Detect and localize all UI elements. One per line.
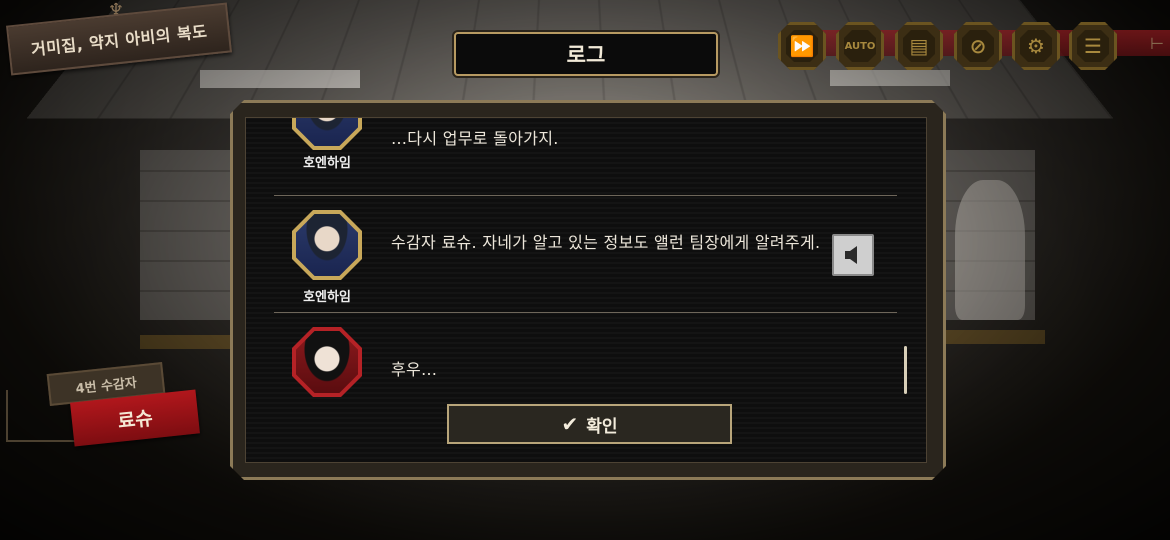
- dialogue-text: …다시 업무로 돌아가지.: [391, 129, 559, 148]
- log-entry: 후우…: [274, 313, 897, 403]
- log-dialog: 호엔하임 …다시 업무로 돌아가지. 호엔하임 수감자 료슈. 자네가 알고 있…: [230, 100, 946, 480]
- speaker-icon: [842, 244, 864, 266]
- log-entry: 호엔하임 …다시 업무로 돌아가지.: [274, 117, 897, 196]
- avatar: [292, 210, 362, 280]
- hide-ui-button[interactable]: ⊘: [954, 22, 1002, 70]
- check-icon: ✔: [561, 412, 579, 436]
- dialogue-text: 후우…: [391, 360, 438, 379]
- scrollbar[interactable]: [904, 346, 907, 394]
- menu-icon: ☰: [1084, 34, 1102, 58]
- hide-ui-icon: ⊘: [969, 34, 987, 58]
- fast-forward-icon: ⏩: [789, 34, 815, 58]
- settings-icon: ⚙: [1027, 34, 1045, 58]
- rail-end-icon: ⊢: [1150, 34, 1164, 53]
- avatar: [292, 117, 362, 150]
- page-title: 로그: [454, 32, 718, 76]
- log-entry: 호엔하임 수감자 료슈. 자네가 알고 있는 정보도 앨런 팀장에게 알려주게.: [274, 196, 897, 313]
- confirm-button[interactable]: ✔ 확인: [447, 404, 732, 444]
- fast-forward-button[interactable]: ⏩: [778, 22, 826, 70]
- confirm-label: 확인: [586, 416, 618, 437]
- auto-icon: AUTO: [844, 40, 876, 52]
- log-list[interactable]: 호엔하임 …다시 업무로 돌아가지. 호엔하임 수감자 료슈. 자네가 알고 있…: [245, 117, 927, 463]
- speaker-name: 호엔하임: [303, 156, 351, 171]
- settings-button[interactable]: ⚙: [1012, 22, 1060, 70]
- log-icon: ▤: [909, 34, 929, 58]
- avatar: [292, 327, 362, 397]
- voice-play-button[interactable]: [832, 234, 874, 276]
- auto-button[interactable]: AUTO: [836, 22, 884, 70]
- log-button[interactable]: ▤: [895, 22, 943, 70]
- speaker-name: 호엔하임: [303, 290, 351, 305]
- dialogue-text: 수감자 료슈. 자네가 알고 있는 정보도 앨런 팀장에게 알려주게.: [391, 233, 821, 252]
- menu-button[interactable]: ☰: [1069, 22, 1117, 70]
